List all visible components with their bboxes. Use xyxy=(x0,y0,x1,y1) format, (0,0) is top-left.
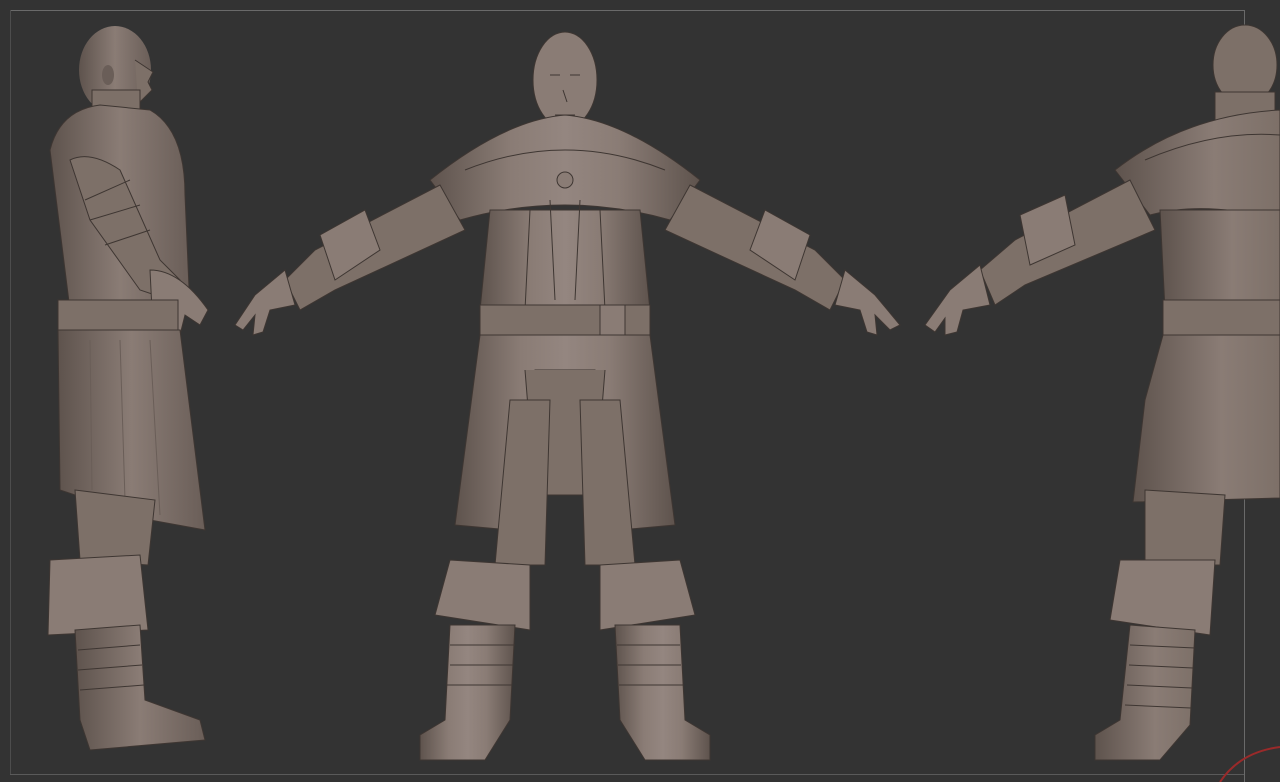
canvas-frame-left xyxy=(10,10,11,774)
gizmo-arc-indicator xyxy=(1219,746,1280,782)
character-front-view[interactable] xyxy=(225,20,915,780)
character-side-view[interactable] xyxy=(30,20,230,780)
sculpt-viewport[interactable] xyxy=(0,0,1280,782)
canvas-frame-top xyxy=(10,10,1244,11)
character-back-view[interactable] xyxy=(905,20,1280,780)
